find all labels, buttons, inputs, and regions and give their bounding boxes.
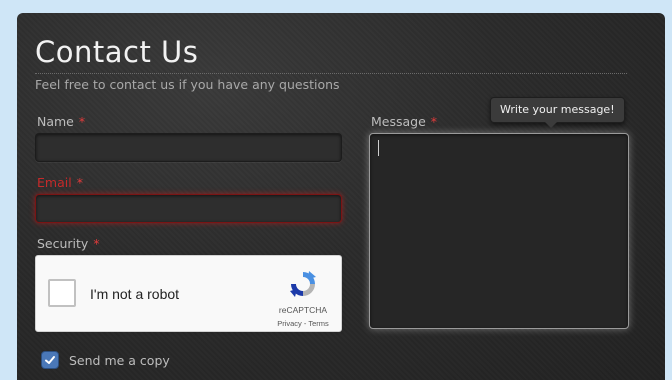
required-marker: * — [76, 175, 83, 190]
text-cursor — [378, 140, 379, 156]
message-tooltip: Write your message! — [490, 97, 625, 128]
recaptcha-label: I'm not a robot — [90, 286, 180, 302]
email-label: Email * — [37, 175, 83, 190]
checkmark-icon — [45, 356, 55, 364]
page-title: Contact Us — [35, 35, 199, 69]
send-copy-label: Send me a copy — [69, 352, 170, 368]
recaptcha-privacy-terms-link[interactable]: Privacy - Terms — [268, 319, 338, 328]
message-label-text: Message — [371, 114, 426, 129]
send-copy-row[interactable]: Send me a copy — [41, 351, 170, 369]
required-marker: * — [93, 236, 100, 251]
email-label-text: Email — [37, 175, 72, 190]
security-label-text: Security — [37, 236, 89, 251]
recaptcha-widget: I'm not a robot reCAPTCHA Privacy - Term… — [35, 255, 342, 332]
title-divider — [35, 73, 627, 74]
recaptcha-logo-icon — [290, 271, 316, 297]
message-label: Message * — [371, 114, 437, 129]
required-marker: * — [78, 114, 86, 129]
name-input[interactable] — [35, 133, 342, 162]
recaptcha-checkbox[interactable] — [48, 279, 76, 307]
page-subtitle: Feel free to contact us if you have any … — [35, 77, 340, 92]
send-copy-checkbox[interactable] — [41, 351, 59, 369]
name-label: Name * — [37, 114, 85, 129]
name-label-text: Name — [37, 114, 74, 129]
required-marker: * — [430, 114, 438, 129]
security-label: Security * — [37, 236, 100, 251]
contact-form-panel: Contact Us Feel free to contact us if yo… — [17, 13, 665, 380]
email-input[interactable] — [35, 194, 342, 223]
message-textarea[interactable] — [369, 133, 629, 329]
recaptcha-brand: reCAPTCHA — [278, 305, 328, 315]
